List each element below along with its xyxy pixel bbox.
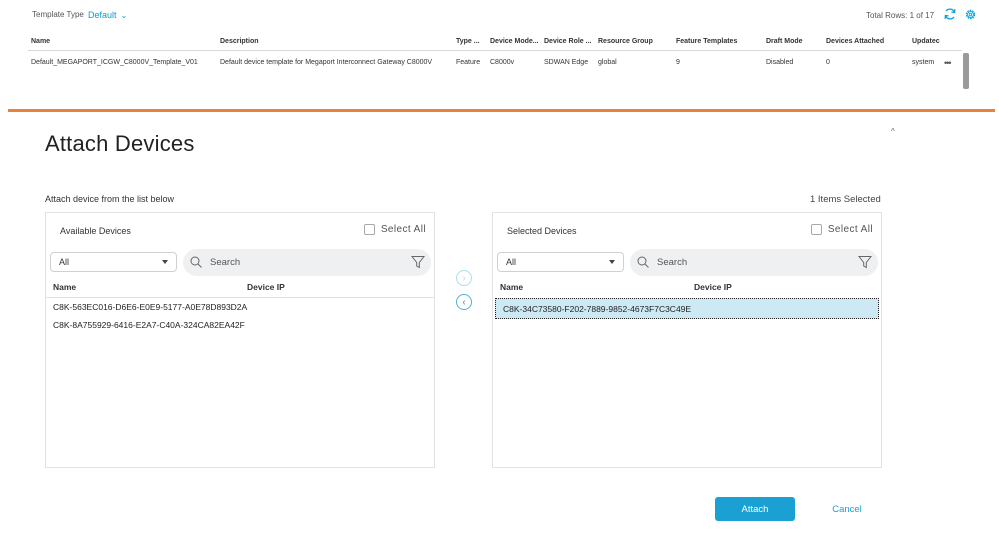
cell-device-model: C8000v [490,59,515,66]
selected-devices-panel: Selected Devices Select All All Name Dev… [492,212,882,468]
available-devices-title: Available Devices [60,226,131,236]
available-search-input[interactable] [210,255,390,270]
col-feature-templates[interactable]: Feature Templates [676,38,737,45]
available-devices-panel: Available Devices Select All All Name De… [45,212,435,468]
chevron-left-icon: ‹ [462,296,466,308]
filter-icon[interactable] [858,255,872,269]
filter-icon[interactable] [411,255,425,269]
list-item[interactable]: C8K-8A755929-6416-E2A7-C40A-324CA82EA42F [53,320,245,330]
dropdown-value: All [59,257,70,267]
dropdown-value: All [506,257,517,267]
table-scrollbar[interactable] [963,53,969,89]
available-select-all[interactable]: Select All [363,224,426,235]
section-divider [8,109,995,112]
gear-icon[interactable] [964,8,977,21]
search-icon [637,256,649,268]
available-search-box [183,249,431,276]
move-right-button[interactable]: › [456,270,472,286]
cell-updated-by: system [912,59,935,66]
dialog-subtitle: Attach device from the list below [45,194,175,204]
cell-type: Feature [456,59,481,66]
caret-down-icon [162,260,168,264]
search-icon [190,256,202,268]
caret-down-icon [609,260,615,264]
selected-select-all[interactable]: Select All [810,224,873,235]
row-actions-more-icon[interactable]: ••• [944,58,952,68]
select-all-checkbox[interactable] [810,224,822,235]
col-draft-mode[interactable]: Draft Mode [766,38,803,45]
template-type-dropdown[interactable]: Default ⌄ [88,10,127,20]
selected-filter-dropdown[interactable]: All [497,252,624,272]
col-type[interactable]: Type ... [456,38,480,45]
chevron-down-icon: ⌄ [120,10,128,20]
selected-col-ip[interactable]: Device IP [694,282,732,292]
refresh-icon[interactable] [943,7,957,21]
col-updated-by[interactable]: Updatec [912,38,940,45]
col-description[interactable]: Description [220,38,259,45]
col-name[interactable]: Name [31,38,50,45]
col-resource-group[interactable]: Resource Group [598,38,653,45]
cell-device-role: SDWAN Edge [544,59,589,66]
attach-button[interactable]: Attach [715,497,795,521]
move-left-button[interactable]: ‹ [456,294,472,310]
available-col-name[interactable]: Name [53,282,76,292]
selected-devices-title: Selected Devices [507,226,577,236]
selected-search-box [630,249,878,276]
list-item[interactable]: C8K-563EC016-D6E6-E0E9-5177-A0E78D893D2A [53,302,247,312]
total-rows: Total Rows: 1 of 17 [866,11,935,20]
selected-search-input[interactable] [657,255,837,270]
list-item-selected[interactable]: C8K-34C73580-F202-7889-9852-4673F7C3C49E [495,298,879,319]
cell-resource-group: global [598,59,617,66]
items-selected-count: 1 Items Selected [810,194,881,205]
selected-col-name[interactable]: Name [500,282,523,292]
template-type-label: Template Type [32,10,84,19]
col-device-role[interactable]: Device Role ... [544,38,591,45]
cell-draft-mode: Disabled [766,59,794,66]
cell-name: Default_MEGAPORT_ICGW_C8000V_Template_V0… [31,59,198,66]
list-divider [46,297,434,298]
col-device-model[interactable]: Device Mode... [490,38,539,45]
table-row[interactable]: Default_MEGAPORT_ICGW_C8000V_Template_V0… [28,52,962,74]
available-filter-dropdown[interactable]: All [50,252,177,272]
collapse-chevron-icon[interactable]: ^ [891,127,895,136]
chevron-right-icon: › [462,272,466,284]
table-header: Name Description Type ... Device Mode...… [28,34,962,51]
available-col-ip[interactable]: Device IP [247,282,285,292]
select-all-label: Select All [827,224,873,235]
cell-feature-templates: 9 [676,59,680,66]
template-type-value: Default [88,10,117,20]
select-all-label: Select All [380,224,426,235]
select-all-checkbox[interactable] [363,224,375,235]
cell-devices-attached: 0 [826,59,830,66]
cancel-button[interactable]: Cancel [818,497,876,521]
col-devices-attached[interactable]: Devices Attached [826,38,884,45]
cell-description: Default device template for Megaport Int… [220,59,433,66]
dialog-title: Attach Devices [45,131,195,156]
